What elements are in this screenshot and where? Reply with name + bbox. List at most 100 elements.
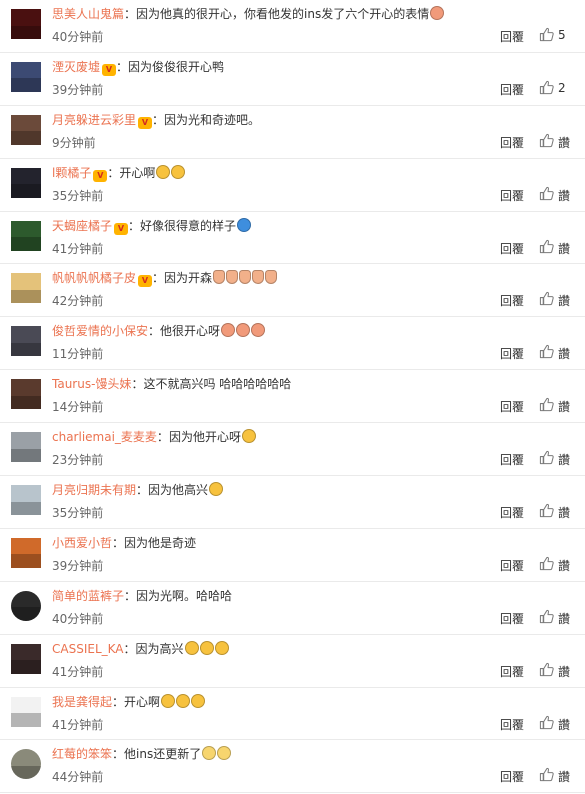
avatar[interactable] bbox=[11, 167, 41, 198]
comment-content: CASSIEL_KA：因为高兴 bbox=[52, 640, 495, 658]
comment-text: 这不就高兴吗 哈哈哈哈哈哈 bbox=[143, 377, 292, 392]
reply-button[interactable]: 回覆 bbox=[500, 768, 524, 785]
comment-text: 因为光和奇迹吧。 bbox=[164, 112, 261, 127]
reply-button[interactable]: 回覆 bbox=[500, 81, 524, 98]
like-button[interactable]: 讚 bbox=[539, 661, 573, 679]
avatar[interactable] bbox=[11, 485, 41, 516]
reply-button[interactable]: 回覆 bbox=[500, 716, 524, 733]
username-link[interactable]: 月亮躲进云彩里 bbox=[52, 113, 136, 127]
reply-button[interactable]: 回覆 bbox=[500, 134, 524, 151]
like-button[interactable]: 讚 bbox=[539, 766, 573, 784]
colon-separator: ： bbox=[152, 112, 165, 127]
like-count: 讚 bbox=[558, 400, 571, 415]
comment-item: 红莓的笨笨：他ins还更新了 44分钟前 回覆 讚 bbox=[0, 740, 585, 794]
reply-button[interactable]: 回覆 bbox=[500, 187, 524, 204]
reply-button[interactable]: 回覆 bbox=[500, 345, 524, 362]
avatar[interactable] bbox=[11, 9, 41, 39]
member-badge-icon: V bbox=[138, 116, 153, 129]
thumbs-up-icon bbox=[539, 80, 554, 94]
like-button[interactable]: 讚 bbox=[539, 714, 573, 732]
avatar[interactable] bbox=[11, 61, 41, 92]
reply-button[interactable]: 回覆 bbox=[500, 557, 524, 574]
like-button[interactable]: 讚 bbox=[539, 238, 573, 256]
comment-content: 月亮躲进云彩里 V ：因为光和奇迹吧。 bbox=[52, 111, 495, 129]
timestamp: 42分钟前 bbox=[52, 294, 104, 309]
reply-button[interactable]: 回覆 bbox=[500, 292, 524, 309]
like-button[interactable]: 讚 bbox=[539, 343, 573, 361]
avatar[interactable] bbox=[11, 696, 41, 727]
username-link[interactable]: 月亮归期未有期 bbox=[52, 483, 136, 497]
sad-face-emoji-icon bbox=[176, 693, 191, 708]
username-link[interactable]: 思美人山鬼篇 bbox=[52, 7, 124, 21]
reply-button[interactable]: 回覆 bbox=[500, 28, 524, 45]
username-link[interactable]: 红莓的笨笨 bbox=[52, 747, 112, 761]
like-button[interactable]: 讚 bbox=[539, 608, 573, 626]
comment-item: 月亮躲进云彩里 V ：因为光和奇迹吧。 9分钟前 回覆 讚 bbox=[0, 106, 585, 159]
like-button[interactable]: 讚 bbox=[539, 132, 573, 150]
timestamp: 23分钟前 bbox=[52, 453, 104, 468]
timestamp: 11分钟前 bbox=[52, 347, 104, 362]
username-link[interactable]: charliemai_麦麦麦 bbox=[52, 430, 157, 444]
comment-content: 简单的蓝裤子：因为光啊。哈哈哈 bbox=[52, 587, 495, 605]
comment-item: CASSIEL_KA：因为高兴 41分钟前 回覆 讚 bbox=[0, 635, 585, 688]
happy-face-emoji-icon bbox=[430, 6, 445, 20]
username-link[interactable]: 天蝎座橘子 bbox=[52, 219, 112, 233]
colon-separator: ： bbox=[112, 747, 125, 762]
shocked-emoji-icon bbox=[209, 482, 224, 497]
like-button[interactable]: 讚 bbox=[539, 502, 573, 520]
reply-button[interactable]: 回覆 bbox=[500, 240, 524, 257]
like-button[interactable]: 讚 bbox=[539, 396, 573, 414]
avatar[interactable] bbox=[11, 749, 41, 780]
username-link[interactable]: 俊哲爱情的小保安 bbox=[52, 324, 148, 338]
like-count: 讚 bbox=[558, 347, 571, 362]
avatar[interactable] bbox=[11, 379, 41, 410]
reply-button[interactable]: 回覆 bbox=[500, 663, 524, 680]
like-button[interactable]: 讚 bbox=[539, 449, 573, 467]
colon-separator: ： bbox=[116, 59, 129, 74]
reply-button[interactable]: 回覆 bbox=[500, 451, 524, 468]
avatar[interactable] bbox=[11, 273, 41, 304]
timestamp: 41分钟前 bbox=[52, 664, 104, 679]
comment-content: 小西爱小哲：因为他是奇迹 bbox=[52, 534, 495, 552]
timestamp: 14分钟前 bbox=[52, 400, 104, 415]
username-link[interactable]: 湮灭废墟 bbox=[52, 60, 100, 74]
thumbs-up-icon bbox=[539, 715, 554, 729]
avatar[interactable] bbox=[11, 114, 41, 145]
member-badge-icon: V bbox=[93, 169, 108, 182]
like-count: 讚 bbox=[558, 188, 571, 203]
username-link[interactable]: l颗橘子 bbox=[52, 166, 91, 180]
avatar[interactable] bbox=[11, 220, 41, 251]
reply-button[interactable]: 回覆 bbox=[500, 398, 524, 415]
thumbs-up-icon bbox=[539, 133, 554, 147]
username-link[interactable]: 小西爱小哲 bbox=[52, 536, 112, 550]
doraemon-emoji-icon bbox=[237, 217, 252, 232]
comment-item: l颗橘子 V ：开心啊 35分钟前 回覆 讚 bbox=[0, 159, 585, 212]
thumbs-up-icon bbox=[539, 503, 554, 518]
reply-button[interactable]: 回覆 bbox=[500, 610, 524, 627]
like-button[interactable]: 讚 bbox=[539, 555, 573, 573]
avatar[interactable] bbox=[11, 643, 41, 674]
colon-separator: ： bbox=[156, 430, 169, 445]
like-button[interactable]: 2 bbox=[539, 79, 573, 97]
like-button[interactable]: 讚 bbox=[539, 185, 573, 203]
username-link[interactable]: 帆帆帆帆橘子皮 bbox=[52, 271, 136, 285]
comment-content: 帆帆帆帆橘子皮 V ：因为开森 bbox=[52, 269, 495, 288]
colon-separator: ： bbox=[112, 535, 125, 550]
username-link[interactable]: CASSIEL_KA bbox=[52, 642, 124, 656]
username-link[interactable]: 简单的蓝裤子 bbox=[52, 589, 124, 603]
username-link[interactable]: 我是龚得起 bbox=[52, 695, 112, 709]
like-button[interactable]: 5 bbox=[539, 26, 573, 44]
like-button[interactable]: 讚 bbox=[539, 290, 573, 308]
reply-button[interactable]: 回覆 bbox=[500, 504, 524, 521]
avatar[interactable] bbox=[11, 590, 41, 621]
comment-text: 他很开心呀 bbox=[160, 324, 221, 339]
member-badge-icon: V bbox=[102, 63, 117, 76]
comment-text: 因为光啊。哈哈哈 bbox=[136, 588, 233, 603]
avatar[interactable] bbox=[11, 432, 41, 463]
avatar[interactable] bbox=[11, 537, 41, 568]
username-link[interactable]: Taurus-馒头妹 bbox=[52, 377, 131, 391]
comment-content: 俊哲爱情的小保安：他很开心呀 bbox=[52, 322, 495, 340]
avatar[interactable] bbox=[11, 326, 41, 357]
thumbs-up-emoji-icon bbox=[252, 270, 265, 285]
comment-item: Taurus-馒头妹：这不就高兴吗 哈哈哈哈哈哈 14分钟前 回覆 讚 bbox=[0, 370, 585, 424]
